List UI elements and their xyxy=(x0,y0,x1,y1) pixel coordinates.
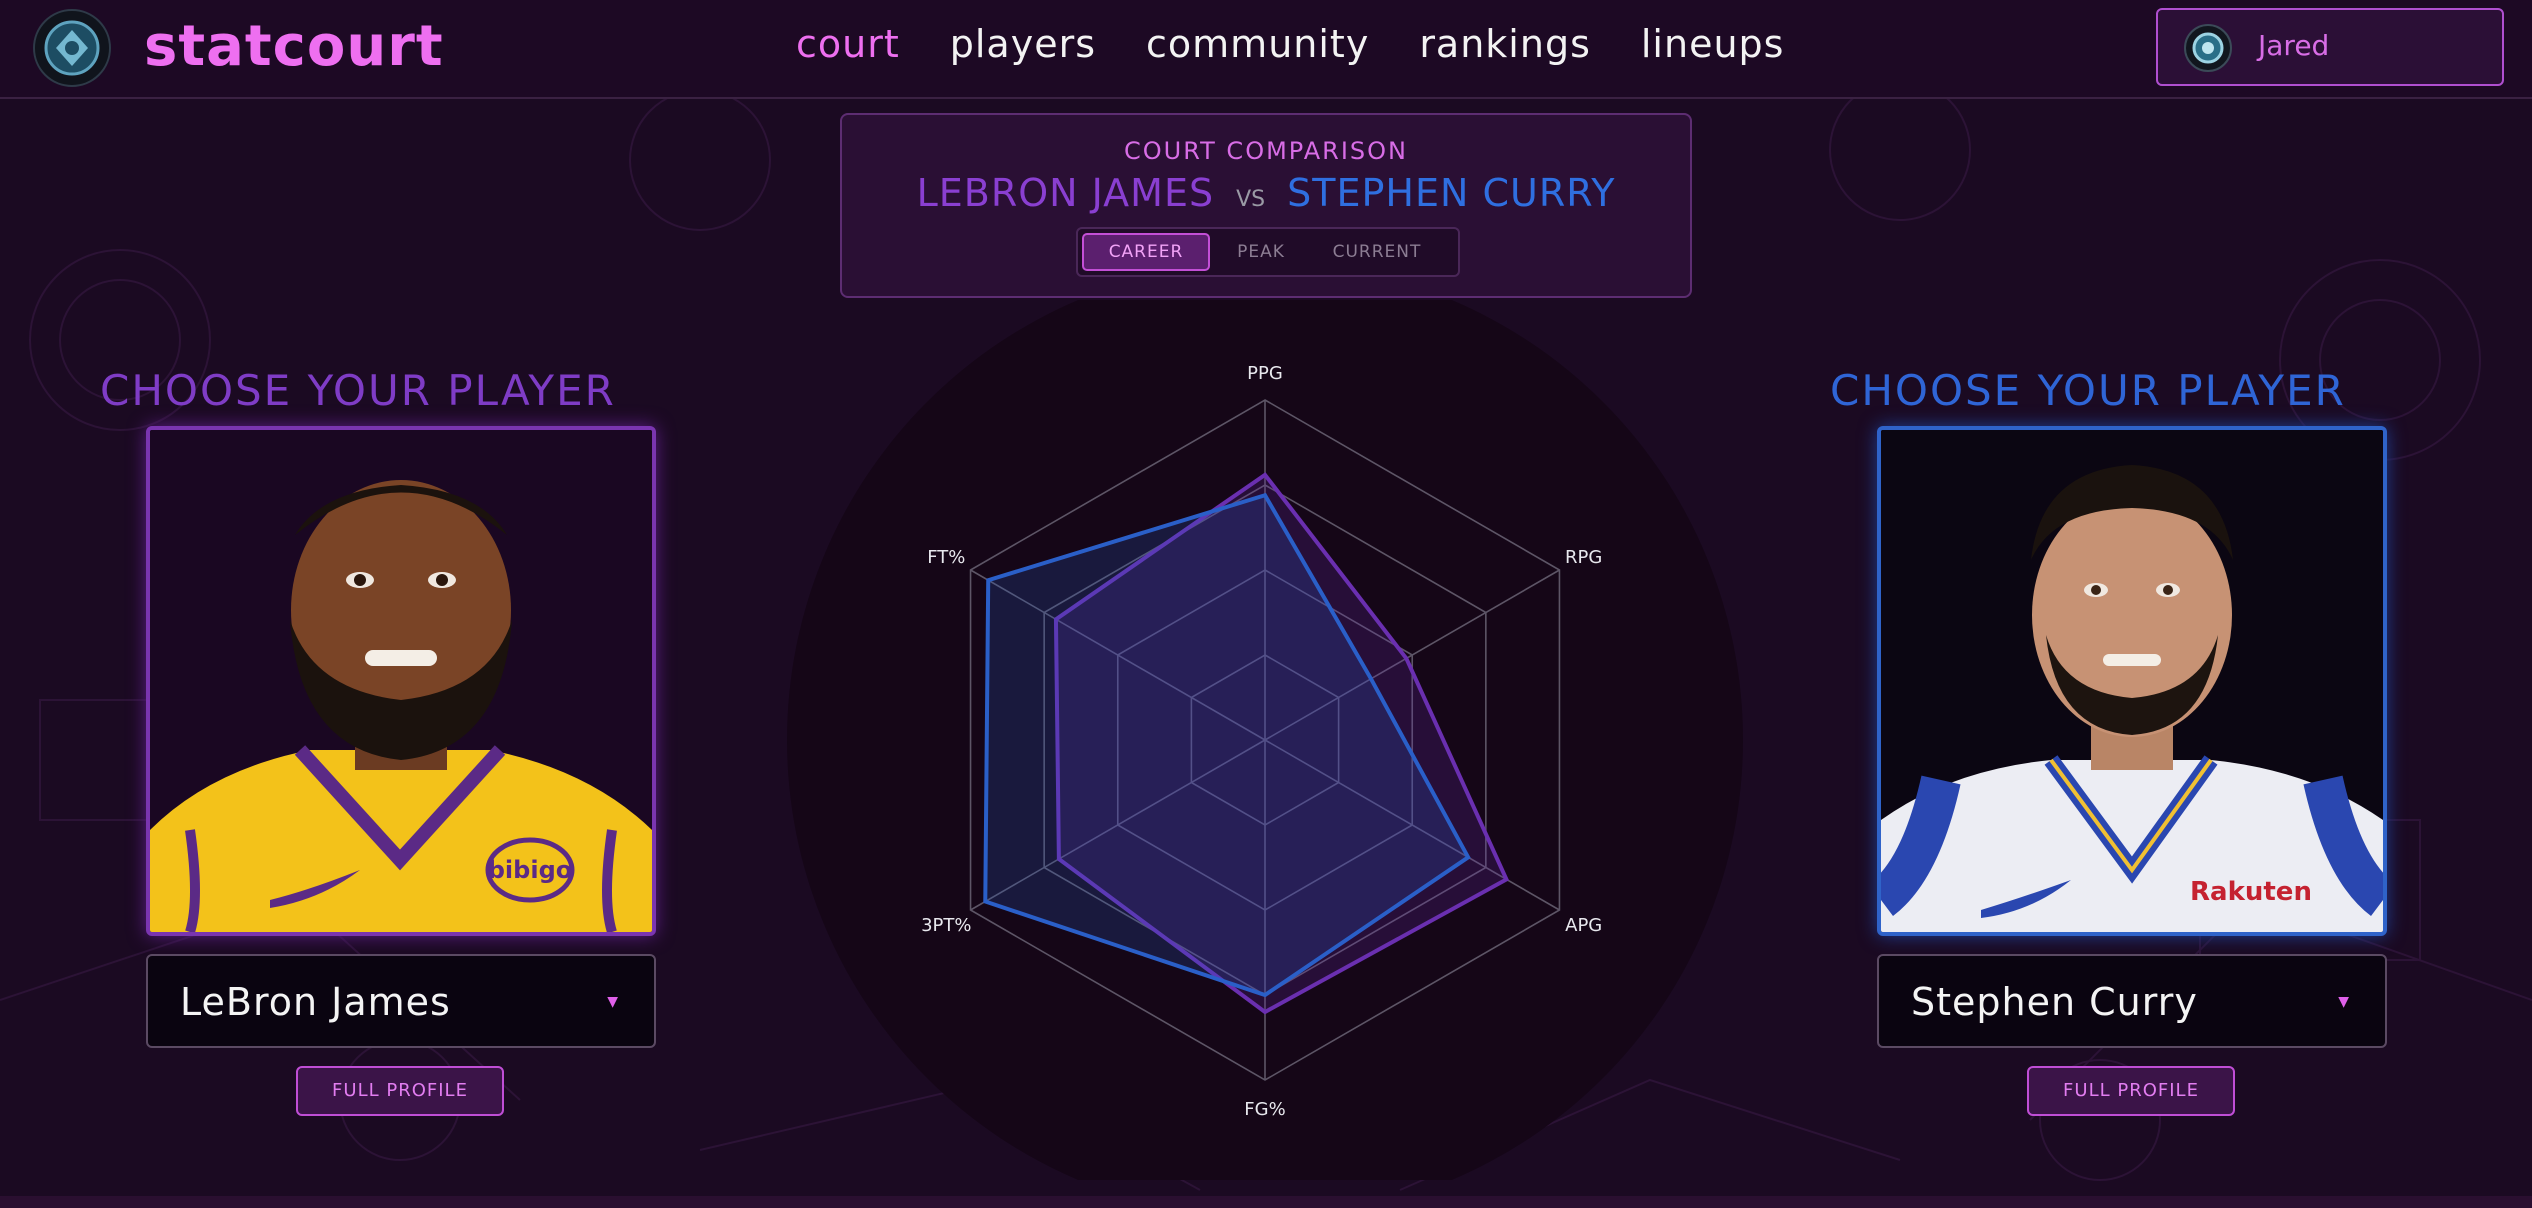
mode-peak-button[interactable]: PEAK xyxy=(1226,233,1296,271)
curry-portrait-illustration: Rakuten xyxy=(1881,430,2383,932)
chevron-down-icon: ▼ xyxy=(607,994,618,1010)
radar-axis-label: PPG xyxy=(1247,363,1283,384)
top-navigation-bar: statcourt court players community rankin… xyxy=(0,0,2532,99)
comparison-title: COURT COMPARISON xyxy=(1124,137,1408,165)
user-name: Jared xyxy=(2258,29,2330,62)
jersey-sponsor-logo: bibigo xyxy=(488,856,572,884)
bottom-panel-edge xyxy=(0,1196,2532,1208)
comparison-header-card: COURT COMPARISON LEBRON JAMES VS STEPHEN C… xyxy=(840,113,1692,298)
nav-players[interactable]: players xyxy=(950,22,1096,66)
radar-axis-label: RPG xyxy=(1565,547,1602,568)
radar-chart: PPG RPG APG FG% 3PT% FT% xyxy=(787,300,1743,1180)
nav-community[interactable]: community xyxy=(1146,22,1369,66)
radar-axis-label: APG xyxy=(1565,915,1602,936)
radar-axis-label: FG% xyxy=(1244,1099,1285,1120)
nav-rankings[interactable]: rankings xyxy=(1419,22,1591,66)
main-nav: court players community rankings lineups xyxy=(796,22,1784,66)
brand-wordmark[interactable]: statcourt xyxy=(144,14,444,79)
radar-axis-label: FT% xyxy=(927,547,965,568)
mode-current-button[interactable]: CURRENT xyxy=(1322,233,1432,271)
left-choose-heading: CHOOSE YOUR PLAYER xyxy=(100,366,616,415)
jersey-sponsor-logo: Rakuten xyxy=(2190,877,2312,907)
right-player-select-value: Stephen Curry xyxy=(1911,980,2198,1024)
nav-court[interactable]: court xyxy=(796,22,900,66)
nav-lineups[interactable]: lineups xyxy=(1641,22,1785,66)
left-full-profile-button[interactable]: FULL PROFILE xyxy=(296,1066,504,1116)
right-full-profile-button[interactable]: FULL PROFILE xyxy=(2027,1066,2235,1116)
left-player-select-value: LeBron James xyxy=(180,980,451,1024)
mode-toggle: CAREER PEAK CURRENT xyxy=(1076,227,1460,277)
lebron-portrait-illustration: bibigo xyxy=(150,430,652,932)
app-logo-icon[interactable] xyxy=(32,8,112,88)
player-a-name: LEBRON JAMES xyxy=(916,171,1215,215)
mode-career-button[interactable]: CAREER xyxy=(1082,233,1210,271)
vs-label: VS xyxy=(1236,187,1266,212)
radar-axis-label: 3PT% xyxy=(921,915,971,936)
user-menu-button[interactable]: Jared xyxy=(2156,8,2504,86)
right-player-select[interactable]: Stephen Curry ▼ xyxy=(1877,954,2387,1048)
right-player-photo: Rakuten xyxy=(1877,426,2387,936)
left-player-photo: bibigo xyxy=(146,426,656,936)
chevron-down-icon: ▼ xyxy=(2338,994,2349,1010)
right-choose-heading: CHOOSE YOUR PLAYER xyxy=(1830,366,2346,415)
left-player-select[interactable]: LeBron James ▼ xyxy=(146,954,656,1048)
comparison-matchup: LEBRON JAMES VS STEPHEN CURRY xyxy=(842,171,1690,215)
player-b-name: STEPHEN CURRY xyxy=(1287,171,1616,215)
user-avatar-icon xyxy=(2184,24,2232,72)
